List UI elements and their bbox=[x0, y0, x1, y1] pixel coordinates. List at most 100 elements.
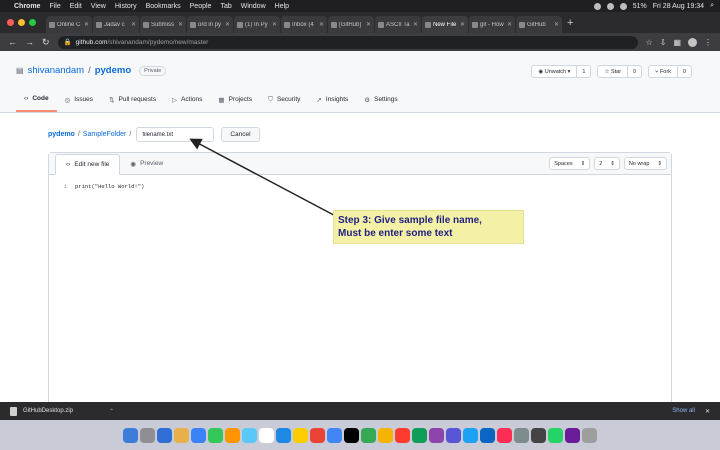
code-line[interactable]: 1 print("Hello World!") bbox=[49, 183, 145, 190]
back-icon[interactable]: ← bbox=[8, 37, 17, 47]
dock-app-icon[interactable] bbox=[361, 427, 376, 443]
close-tab-icon[interactable]: ✕ bbox=[178, 21, 183, 28]
minimize-window-button[interactable] bbox=[18, 19, 25, 26]
dock-app-icon[interactable] bbox=[174, 427, 189, 443]
dock-app-icon[interactable] bbox=[157, 427, 172, 443]
tab-code[interactable]: ‹› Code bbox=[16, 95, 57, 112]
tab-actions[interactable]: ▷ Actions bbox=[164, 95, 210, 112]
new-tab-button[interactable]: + bbox=[567, 17, 573, 29]
menu-people[interactable]: People bbox=[190, 3, 212, 10]
close-tab-icon[interactable]: ✕ bbox=[84, 21, 89, 28]
browser-tab[interactable]: (1) In Py ✕ bbox=[234, 16, 280, 33]
dock-app-icon[interactable] bbox=[480, 427, 495, 443]
star-count[interactable]: 0 bbox=[627, 66, 641, 77]
fork-count[interactable]: 0 bbox=[676, 66, 691, 77]
search-icon[interactable]: ⌕ bbox=[710, 2, 714, 10]
status-icon[interactable] bbox=[593, 2, 601, 10]
dock-app-icon[interactable] bbox=[242, 427, 257, 443]
menu-tab[interactable]: Tab bbox=[220, 3, 231, 10]
dock-app-icon[interactable] bbox=[293, 427, 308, 443]
browser-tab[interactable]: ord in py ✕ bbox=[187, 16, 233, 33]
repo-name-link[interactable]: pydemo bbox=[95, 65, 131, 76]
wrap-mode-select[interactable]: No wrap ⇕ bbox=[623, 157, 667, 170]
dock-app-icon[interactable] bbox=[446, 427, 461, 443]
forward-icon[interactable]: → bbox=[25, 37, 34, 47]
tab-settings[interactable]: ⚙ Settings bbox=[356, 95, 405, 112]
close-tab-icon[interactable]: ✕ bbox=[507, 21, 512, 28]
browser-tab[interactable]: [GitHub] ✕ bbox=[328, 16, 374, 33]
browser-tab[interactable]: Submiss ✕ bbox=[140, 16, 186, 33]
breadcrumb-repo[interactable]: pydemo bbox=[48, 131, 75, 138]
close-tab-icon[interactable]: ✕ bbox=[366, 21, 371, 28]
tab-security[interactable]: ⛉ Security bbox=[260, 95, 308, 112]
close-window-button[interactable] bbox=[7, 19, 14, 26]
browser-tab[interactable]: ASCII Ta ✕ bbox=[375, 16, 421, 33]
menu-app-chrome[interactable]: Chrome bbox=[14, 3, 40, 10]
indent-size-select[interactable]: 2 ⇕ bbox=[594, 157, 620, 170]
unwatch-button[interactable]: ◉ Unwatch ▾ 1 bbox=[531, 65, 592, 78]
download-item[interactable]: GitHubDesktop.zip ⌃ bbox=[10, 406, 114, 416]
breadcrumb-folder[interactable]: SampleFolder bbox=[83, 131, 127, 138]
status-icon[interactable] bbox=[606, 2, 614, 10]
fork-button[interactable]: ⑂ Fork 0 bbox=[648, 65, 692, 78]
tab-issues[interactable]: ◎ Issues bbox=[57, 95, 101, 112]
address-bar[interactable]: 🔒 github.com/shivanandam/pydemo/new/mast… bbox=[57, 35, 638, 49]
dock-app-icon[interactable] bbox=[412, 427, 427, 443]
close-tab-icon[interactable]: ✕ bbox=[225, 21, 230, 28]
dock-app-icon[interactable] bbox=[191, 427, 206, 443]
menu-window[interactable]: Window bbox=[241, 3, 266, 10]
close-tab-icon[interactable]: ✕ bbox=[460, 21, 465, 28]
menu-view[interactable]: View bbox=[91, 3, 106, 10]
dock-app-icon[interactable] bbox=[565, 427, 580, 443]
browser-tab[interactable]: New File ✕ bbox=[422, 16, 468, 33]
reload-icon[interactable]: ↻ bbox=[42, 37, 50, 48]
tab-edit-new-file[interactable]: ‹› Edit new file bbox=[55, 154, 121, 175]
menu-file[interactable]: File bbox=[49, 3, 60, 10]
more-menu-icon[interactable]: ⋮ bbox=[704, 38, 712, 47]
dock-app-icon[interactable] bbox=[497, 427, 512, 443]
dock-app-icon[interactable] bbox=[259, 427, 274, 443]
cancel-button[interactable]: Cancel bbox=[221, 127, 260, 142]
show-all-button[interactable]: Show all bbox=[672, 408, 695, 414]
close-tab-icon[interactable]: ✕ bbox=[131, 21, 136, 28]
browser-tab[interactable]: Online C ✕ bbox=[46, 16, 92, 33]
profile-avatar[interactable] bbox=[688, 37, 697, 47]
dock-app-icon[interactable] bbox=[327, 427, 342, 443]
dock-app-icon[interactable] bbox=[123, 427, 138, 443]
extension-icon[interactable]: ▦ bbox=[673, 38, 681, 47]
zoom-window-button[interactable] bbox=[29, 19, 36, 26]
dock-app-icon[interactable] bbox=[225, 427, 240, 443]
dock-app-icon[interactable] bbox=[310, 427, 325, 443]
dock-app-icon[interactable] bbox=[548, 427, 563, 443]
dock-app-icon[interactable] bbox=[429, 427, 444, 443]
close-tab-icon[interactable]: ✕ bbox=[272, 21, 277, 28]
watch-count[interactable]: 1 bbox=[576, 66, 590, 77]
close-icon[interactable]: ✕ bbox=[705, 408, 710, 415]
dock-app-icon[interactable] bbox=[140, 427, 155, 443]
wifi-icon[interactable] bbox=[619, 2, 627, 10]
dock-app-icon[interactable] bbox=[378, 427, 393, 443]
tab-insights[interactable]: ↗ Insights bbox=[308, 95, 356, 112]
tab-pull-requests[interactable]: ⇅ Pull requests bbox=[101, 95, 164, 112]
dock-app-icon[interactable] bbox=[276, 427, 291, 443]
dock-app-icon[interactable] bbox=[344, 427, 359, 443]
browser-tab[interactable]: Jadav c ✕ bbox=[93, 16, 139, 33]
chevron-up-icon[interactable]: ⌃ bbox=[109, 408, 114, 415]
clock[interactable]: Fri 28 Aug 19:34 bbox=[653, 3, 704, 10]
dock-app-icon[interactable] bbox=[514, 427, 529, 443]
tab-projects[interactable]: ▦ Projects bbox=[210, 95, 260, 112]
menu-edit[interactable]: Edit bbox=[70, 3, 82, 10]
dock-app-icon[interactable] bbox=[531, 427, 546, 443]
close-tab-icon[interactable]: ✕ bbox=[413, 21, 418, 28]
menu-help[interactable]: Help bbox=[275, 3, 289, 10]
dock-app-icon[interactable] bbox=[582, 427, 597, 443]
browser-tab[interactable]: git - How ✕ bbox=[469, 16, 515, 33]
close-tab-icon[interactable]: ✕ bbox=[554, 21, 559, 28]
star-button[interactable]: ☆ Star 0 bbox=[597, 65, 643, 78]
battery-percent[interactable]: 51% bbox=[633, 3, 647, 10]
filename-input[interactable] bbox=[136, 127, 215, 142]
dock-app-icon[interactable] bbox=[208, 427, 223, 443]
indent-mode-select[interactable]: Spaces ⇕ bbox=[549, 157, 591, 170]
browser-tab[interactable]: GitHub ✕ bbox=[516, 16, 562, 33]
dock-app-icon[interactable] bbox=[395, 427, 410, 443]
